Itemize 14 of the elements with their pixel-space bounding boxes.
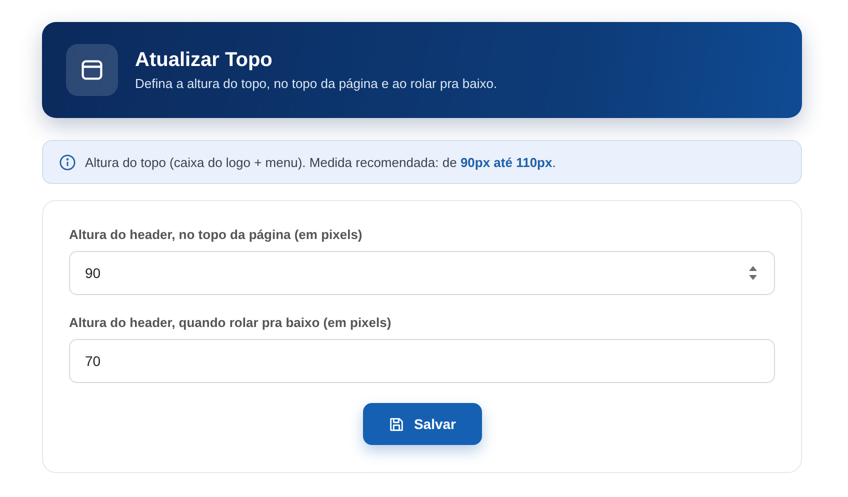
page-subtitle: Defina a altura do topo, no topo da página e ao rolar pra baixo. — [135, 76, 498, 91]
page-title: Atualizar Topo — [135, 49, 274, 72]
field-value: 90 — [85, 265, 101, 281]
input-field[interactable]: 70 — [69, 339, 775, 383]
input-field[interactable]: 90 — [69, 251, 775, 295]
notice-text: Altura do topo (caixa do logo + menu). Medida recomendada: de 90px até 110px. — [85, 154, 556, 170]
field-label: Altura do header, no topo da página (em pixels) — [69, 227, 364, 242]
info-icon — [59, 154, 76, 170]
save-icon — [388, 416, 405, 432]
window-icon — [66, 44, 118, 96]
field-value: 70 — [85, 353, 101, 369]
field-label: Altura do header, quando rolar pra baixo (em pixels) — [69, 315, 392, 330]
spinner-icon[interactable] — [748, 265, 758, 281]
save-button[interactable]: Salvar — [362, 403, 482, 445]
